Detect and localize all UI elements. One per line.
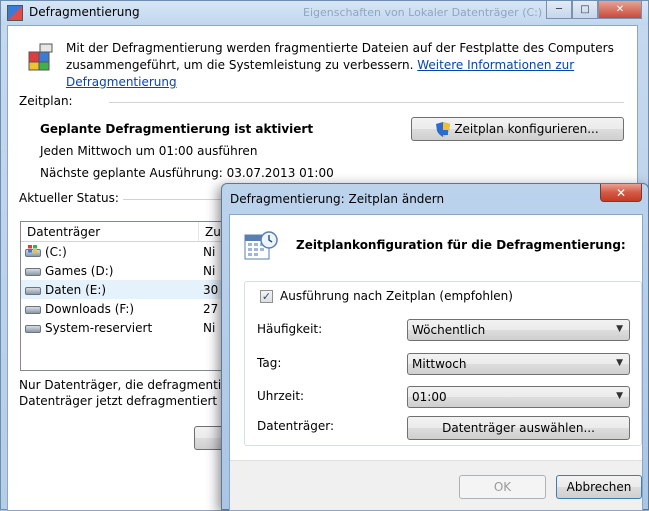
select-disks-label: Datenträger auswählen... [442,421,595,435]
drive-name: Daten (E:) [45,282,107,297]
ok-label: OK [493,480,512,494]
defrag-app-icon [7,5,23,21]
drive-status: Ni [203,320,216,335]
configure-schedule-button[interactable]: Zeitplan konfigurieren... [411,117,624,141]
schedule-section-label: Zeitplan: [19,94,73,108]
status-divider [123,199,223,200]
intro-line-1: Mit der Defragmentierung werden fragment… [66,41,614,55]
dialog-body: Zeitplankonfiguration für die Defragment… [229,214,643,511]
day-select[interactable]: Mittwoch ▼ [407,353,630,375]
drive-name: Downloads (F:) [45,301,135,316]
footer-note-line-1: Nur Datenträger, die defragmentiert w [19,378,252,392]
schedule-status: Geplante Defragmentierung ist aktiviert [40,122,314,136]
current-status-label: Aktueller Status: [19,191,119,205]
next-run: Nächste geplante Ausführung: 03.07.2013 … [40,166,334,180]
dropdown-arrow-icon: ▼ [616,324,623,334]
schedule-divider [109,102,624,103]
run-on-schedule-checkbox[interactable]: ✓ [260,290,273,303]
time-value: 01:00 [412,390,447,404]
drive-status: Ni [203,263,216,278]
window-title: Defragmentierung [29,5,140,19]
dialog-heading: Zeitplankonfiguration für die Defragment… [296,238,626,252]
drive-status: 30 [203,282,219,297]
drive-icon [25,283,41,297]
drive-status: 27 [203,301,219,316]
schedule-options-group: ✓ Ausführung nach Zeitplan (empfohlen) H… [244,281,642,446]
frequency-select[interactable]: Wöchentlich ▼ [407,319,630,341]
time-label: Uhrzeit: [257,389,305,403]
drive-name: (C:) [45,244,67,259]
day-value: Mittwoch [412,357,467,371]
time-select[interactable]: 01:00 ▼ [407,386,630,408]
uac-shield-icon [436,121,451,137]
dropdown-arrow-icon: ▼ [616,358,623,368]
drive-name: Games (D:) [45,263,114,278]
intro-line-2: zusammengeführt, um die Systemleistung z… [66,58,414,72]
minimize-button[interactable]: ─ [546,1,572,19]
defrag-icon [28,43,53,71]
select-disks-button[interactable]: Datenträger auswählen... [407,416,630,440]
frequency-value: Wöchentlich [412,323,486,337]
dropdown-arrow-icon: ▼ [616,391,623,401]
schedule-when: Jeden Mittwoch um 01:00 ausführen [40,144,258,158]
frequency-label: Häufigkeit: [257,322,323,336]
run-on-schedule-label[interactable]: Ausführung nach Zeitplan (empfohlen) [280,289,513,303]
cancel-label: Abbrechen [566,480,632,494]
drive-name: System-reserviert [45,320,153,335]
drive-icon [25,264,41,278]
maximize-button[interactable]: □ [572,1,598,19]
dialog-title: Defragmentierung: Zeitplan ändern [230,192,445,206]
drive-status: Ni [203,244,216,259]
disks-label: Datenträger: [257,419,335,433]
cancel-button[interactable]: Abbrechen [556,475,642,499]
close-button[interactable]: ✕ [598,1,642,19]
windows-drive-icon [25,244,41,259]
drive-icon [25,302,41,316]
day-label: Tag: [257,356,282,370]
dialog-close-button[interactable]: ✕ [600,184,642,202]
drive-icon [25,321,41,335]
configure-schedule-label: Zeitplan konfigurieren... [454,122,599,136]
dialog-footer: OK Abbrechen [230,460,642,510]
column-header-disk[interactable]: Datenträger [21,222,199,241]
calendar-clock-icon [244,231,278,260]
schedule-dialog: Defragmentierung: Zeitplan ändern ✕ Zeit… [221,183,649,511]
title-bar[interactable]: Defragmentierung Eigenschaften von Lokal… [1,1,648,25]
ok-button[interactable]: OK [459,475,546,499]
intro-text: Mit der Defragmentierung werden fragment… [66,40,626,91]
